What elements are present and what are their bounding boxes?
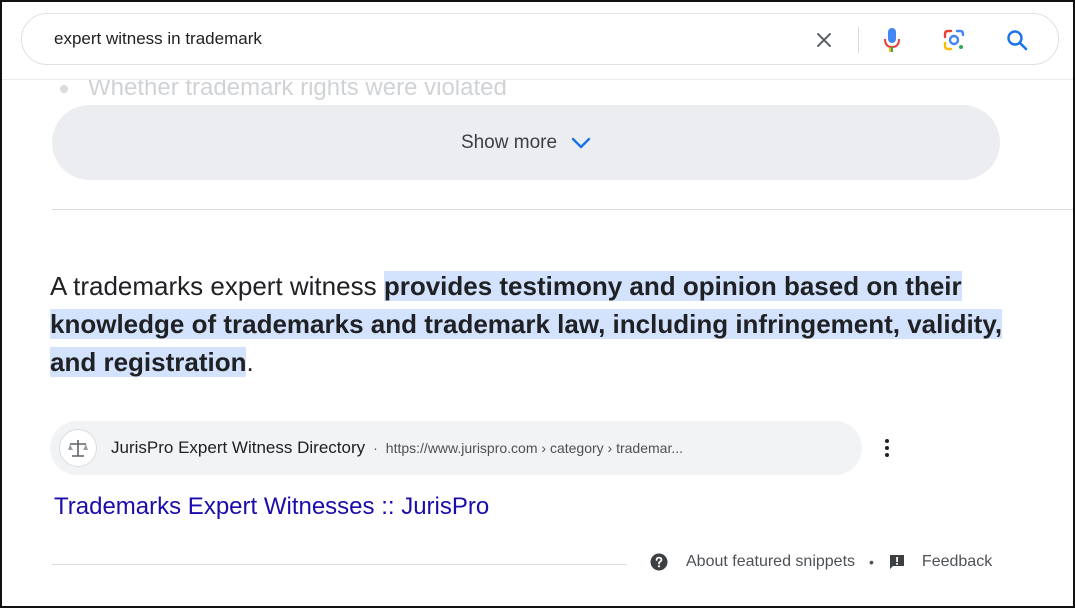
lens-icon [943,29,965,51]
lens-search-button[interactable] [940,26,968,54]
microphone-icon [884,28,900,52]
source-url: https://www.jurispro.com › category › tr… [385,440,684,456]
source-chip[interactable]: JurisPro Expert Witness Directory · http… [50,421,862,475]
page-frame: Whether trademark rights were violated e… [0,0,1075,608]
feedback-link[interactable]: Feedback [888,553,992,571]
more-vert-icon [885,439,889,457]
clear-search-button[interactable] [810,27,838,53]
search-icon [1007,30,1028,51]
chevron-down-icon [571,137,591,148]
close-icon [817,33,831,47]
search-input[interactable]: expert witness in trademark [54,29,262,49]
footer-divider [52,564,627,565]
answer-period: . [246,347,254,377]
featured-snippet-answer: A trademarks expert witness provides tes… [50,267,1040,381]
more-options-button[interactable] [877,434,897,462]
result-title-link[interactable]: Trademarks Expert Witnesses :: JurisPro [54,493,489,521]
source-site-name: JurisPro Expert Witness Directory [111,438,366,457]
feedback-label: Feedback [921,553,993,570]
search-header: expert witness in trademark [2,2,1073,80]
bullet-dot [60,84,68,93]
footer-separator: • [869,554,874,570]
answer-text: A trademarks expert witness [50,271,384,301]
source-separator: · [373,440,378,456]
about-featured-snippets-link[interactable]: About featured snippets [650,553,855,571]
show-more-button[interactable]: Show more [52,105,1000,180]
search-box-separator [858,27,859,53]
search-box[interactable]: expert witness in trademark [21,13,1059,65]
search-button[interactable] [1003,26,1031,54]
snippet-footer: About featured snippets • Feedback [650,553,992,571]
feedback-icon [889,555,904,569]
site-favicon [59,429,97,467]
about-featured-snippets-label: About featured snippets [686,553,856,570]
help-icon [650,553,668,571]
voice-search-button[interactable] [878,26,906,54]
section-divider [52,209,1073,210]
show-more-label: Show more [460,131,558,153]
scales-of-justice-icon [68,440,88,457]
